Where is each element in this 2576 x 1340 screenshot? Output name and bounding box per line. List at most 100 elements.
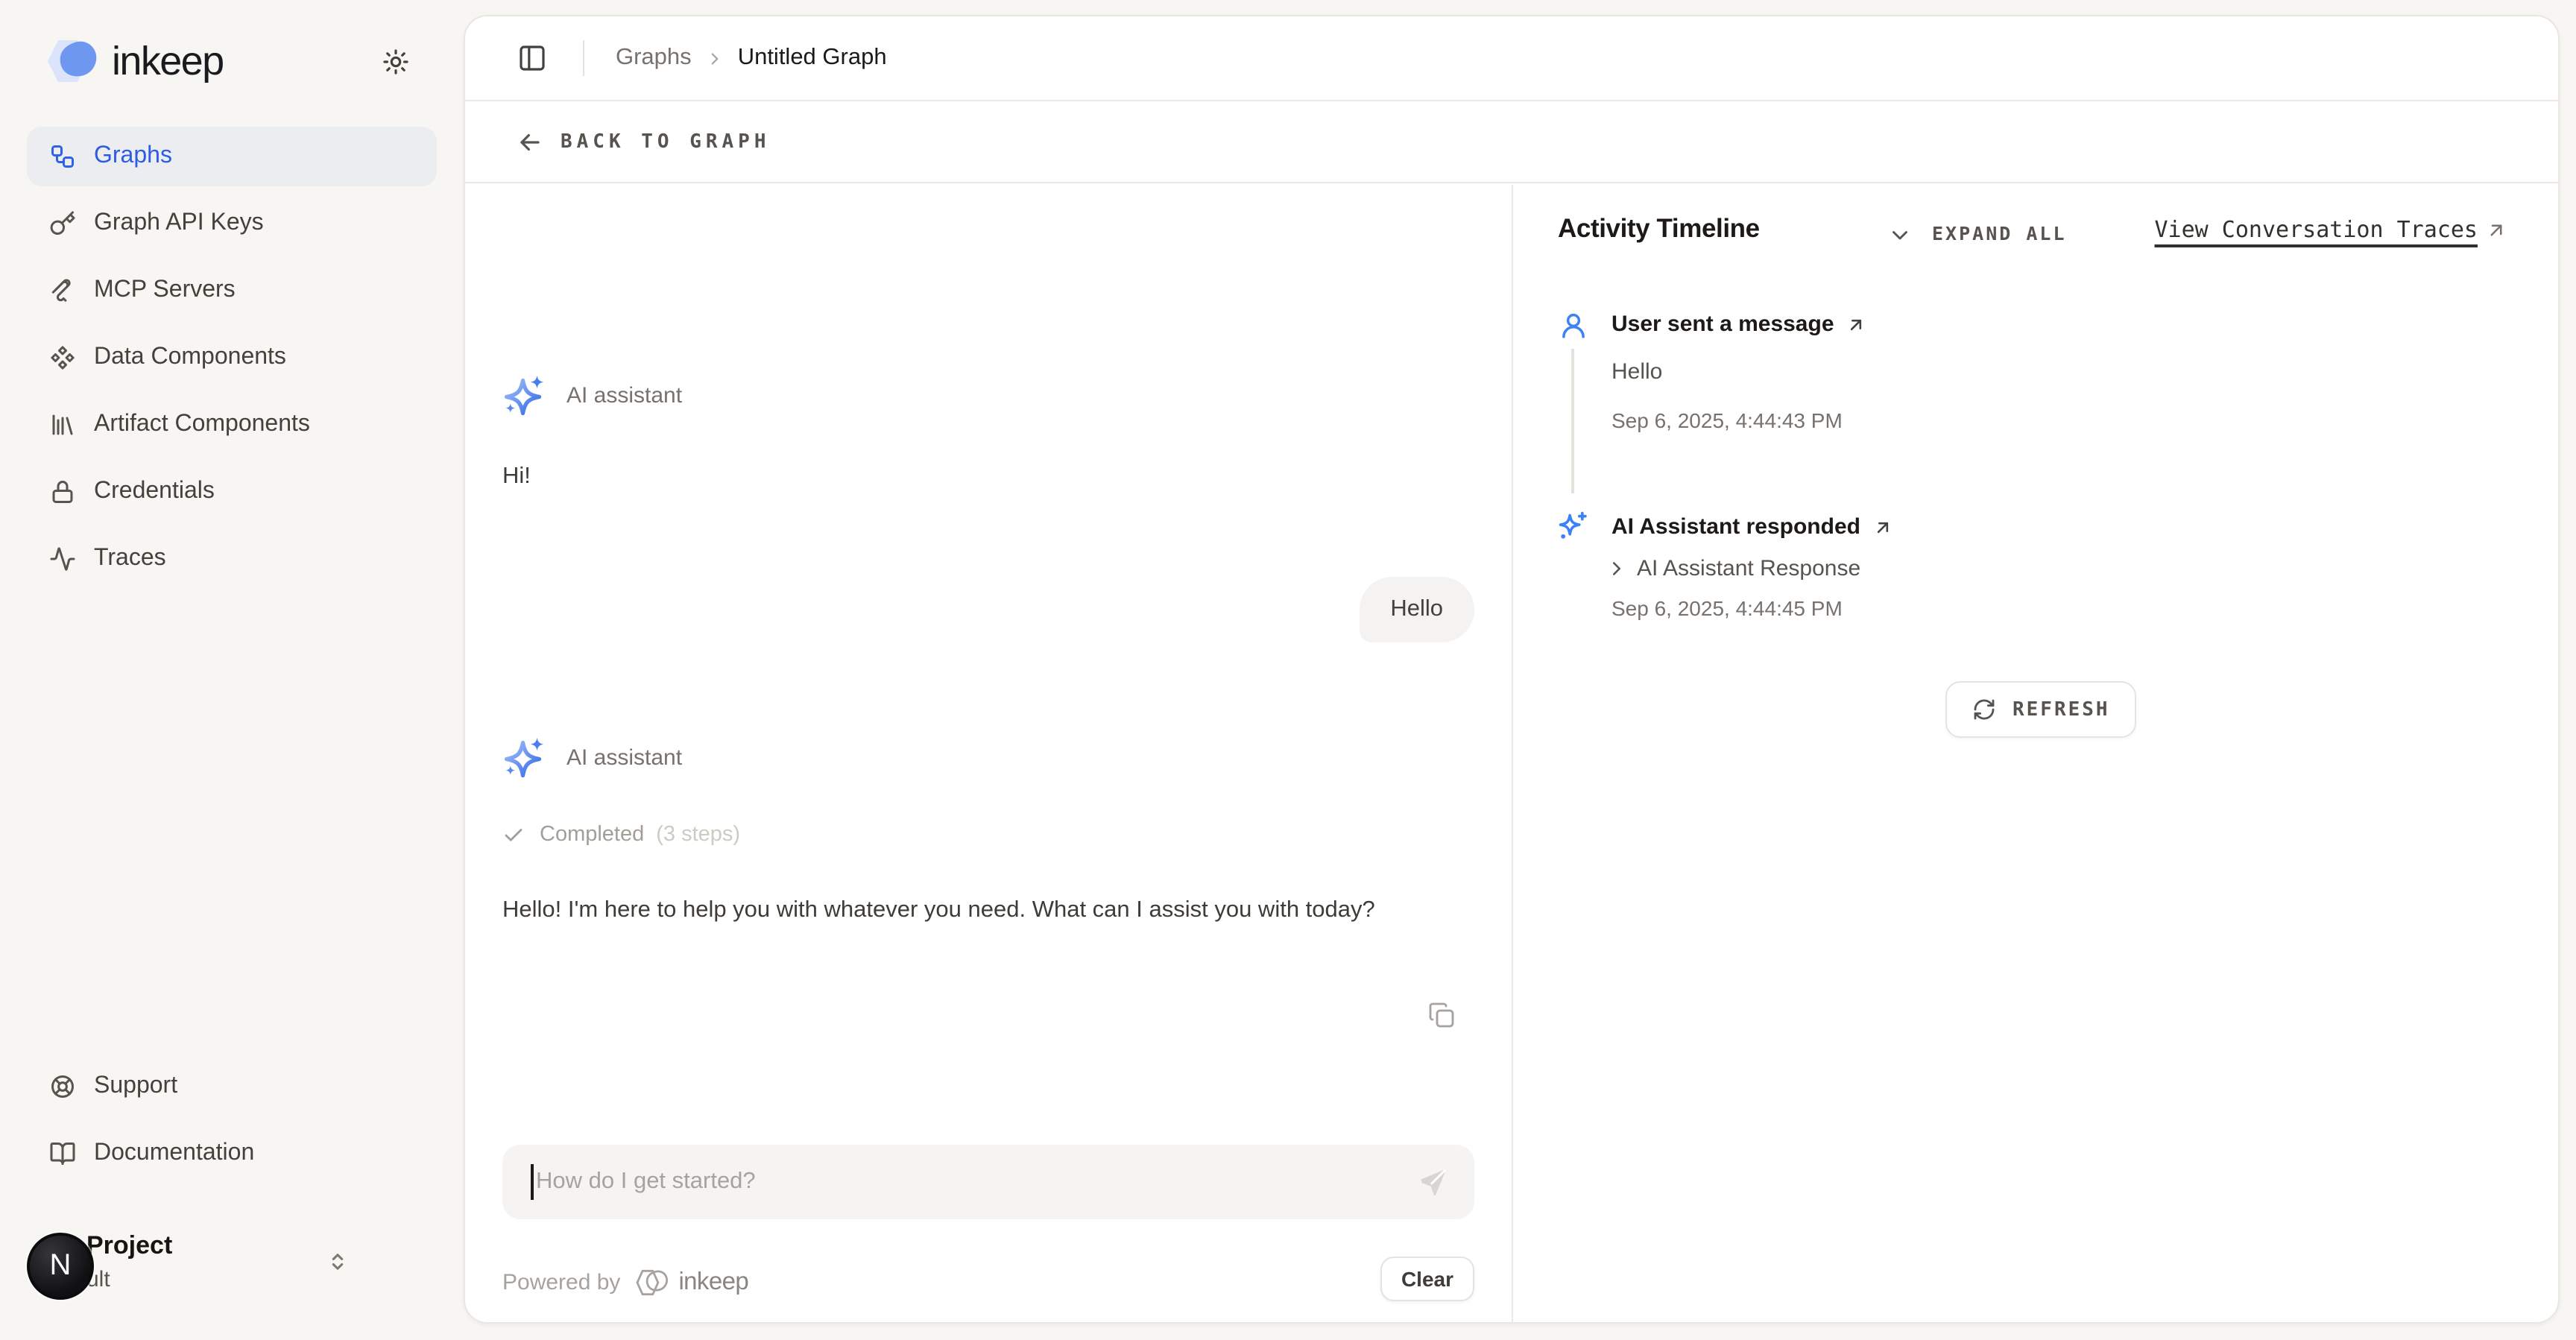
sidebar-item-label: Documentation	[94, 1140, 254, 1167]
sparkles-icon	[1556, 510, 1589, 543]
refresh-icon	[1972, 698, 1996, 721]
chat-playground: AI assistant Hi! Hello	[465, 185, 1513, 1322]
back-to-graph-label: BACK TO GRAPH	[561, 131, 771, 154]
avatar-letter: N	[50, 1249, 72, 1283]
component-icon	[49, 344, 76, 371]
sidebar-item-graphs[interactable]: Graphs	[27, 127, 437, 186]
assistant-label: AI assistant	[566, 382, 682, 408]
life-buoy-icon	[49, 1073, 76, 1100]
sidebar-item-label: Data Components	[94, 344, 286, 371]
timeline-event-body: Hello	[1611, 359, 1662, 385]
chat-input[interactable]	[536, 1169, 1416, 1195]
chevron-down-icon[interactable]	[1887, 222, 1913, 247]
text-caret	[531, 1164, 533, 1200]
arrow-up-right-icon	[2485, 218, 2507, 241]
inkeep-logo-icon	[42, 36, 101, 86]
breadcrumb-current-page: Untitled Graph	[738, 45, 887, 72]
sidebar-item-traces[interactable]: Traces	[27, 529, 437, 589]
sidebar-item-label: Artifact Components	[94, 411, 310, 438]
clear-button[interactable]: Clear	[1380, 1257, 1474, 1301]
sidebar-item-support[interactable]: Support	[27, 1057, 437, 1116]
app: inkeep Graphs	[0, 0, 2576, 1340]
view-traces-label: View Conversation Traces	[2155, 216, 2478, 243]
sidebar-item-label: Credentials	[94, 478, 215, 505]
sidebar-toggle-button[interactable]	[514, 40, 550, 76]
header-divider	[583, 40, 584, 76]
arrow-up-right-icon	[1872, 516, 1893, 537]
mcp-icon	[49, 277, 76, 304]
copy-icon	[1428, 1002, 1455, 1028]
status-steps: (3 steps)	[656, 823, 740, 847]
assistant-message: Hi!	[502, 458, 531, 496]
assistant-message: Hello! I'm here to help you with whateve…	[502, 891, 1415, 930]
avatar: N	[27, 1233, 94, 1300]
brand-wordmark: inkeep	[112, 38, 224, 84]
activity-icon	[49, 546, 76, 572]
project-name: Project	[86, 1228, 172, 1264]
sidebar-item-label: Support	[94, 1073, 177, 1100]
chevron-right-icon	[705, 48, 724, 68]
send-icon[interactable]	[1416, 1166, 1449, 1198]
assistant-response-expander[interactable]: AI Assistant Response	[1606, 556, 1860, 581]
copy-button[interactable]	[1425, 999, 1458, 1031]
sidebar-nav: Graphs Graph API Keys MC	[27, 127, 437, 596]
chevrons-up-down-icon	[325, 1249, 350, 1274]
back-to-graph-button[interactable]: BACK TO GRAPH	[465, 103, 2558, 183]
sidebar-item-graph-api-keys[interactable]: Graph API Keys	[27, 194, 437, 253]
check-icon	[502, 824, 525, 846]
lock-icon	[49, 478, 76, 505]
breadcrumb-graphs[interactable]: Graphs	[616, 45, 692, 72]
sidebar-item-artifact-components[interactable]: Artifact Components	[27, 395, 437, 455]
project-switcher[interactable]: N Project ult	[27, 1225, 444, 1309]
user-message-bubble: Hello	[1359, 577, 1474, 642]
assistant-label: AI assistant	[566, 745, 682, 770]
powered-by[interactable]: Powered by inkeep	[502, 1267, 748, 1298]
completion-status[interactable]: Completed (3 steps)	[502, 823, 740, 847]
breadcrumb: Graphs Untitled Graph	[616, 45, 887, 72]
arrow-left-icon	[516, 128, 544, 157]
event-title-text: AI Assistant responded	[1611, 514, 1860, 540]
expander-label: AI Assistant Response	[1637, 556, 1860, 581]
brand-logo[interactable]: inkeep	[42, 36, 224, 86]
sidebar-item-data-components[interactable]: Data Components	[27, 328, 437, 388]
book-open-icon	[49, 1140, 76, 1167]
sparkles-avatar-icon	[502, 373, 547, 417]
key-icon	[49, 210, 76, 237]
theme-toggle-button[interactable]	[376, 42, 414, 80]
project-texts: Project ult	[86, 1228, 172, 1297]
user-icon	[1558, 310, 1589, 341]
refresh-button-label: REFRESH	[2012, 698, 2110, 721]
status-label: Completed	[540, 823, 644, 847]
powered-by-prefix: Powered by	[502, 1270, 620, 1295]
view-conversation-traces-link[interactable]: View Conversation Traces	[2155, 216, 2508, 243]
sidebar-item-label: Graphs	[94, 143, 172, 170]
expand-all-button[interactable]: EXPAND ALL	[1932, 222, 2067, 244]
timeline-event-title[interactable]: User sent a message	[1611, 312, 1867, 337]
sidebar: inkeep Graphs	[0, 0, 464, 1340]
sidebar-item-mcp-servers[interactable]: MCP Servers	[27, 261, 437, 320]
timeline-event-timestamp: Sep 6, 2025, 4:44:45 PM	[1611, 596, 1843, 620]
sun-icon	[381, 47, 409, 75]
timeline-connector	[1571, 349, 1573, 493]
sidebar-item-label: Graph API Keys	[94, 210, 264, 237]
arrow-up-right-icon	[1846, 314, 1867, 335]
assistant-message-header: AI assistant	[502, 735, 682, 780]
sidebar-item-credentials[interactable]: Credentials	[27, 462, 437, 522]
event-title-text: User sent a message	[1611, 312, 1834, 337]
sidebar-footer-nav: Support Documentation	[27, 1057, 437, 1191]
timeline-event-title[interactable]: AI Assistant responded	[1611, 514, 1893, 540]
activity-timeline-panel: Activity Timeline EXPAND ALL View Conver…	[1513, 185, 2558, 1322]
powered-by-brand: inkeep	[678, 1268, 748, 1297]
panel-title: Activity Timeline	[1558, 213, 1760, 244]
chevron-right-icon	[1606, 557, 1628, 580]
clear-button-label: Clear	[1401, 1267, 1453, 1291]
sidebar-item-label: MCP Servers	[94, 277, 236, 304]
sidebar-item-documentation[interactable]: Documentation	[27, 1124, 437, 1183]
project-subtitle: ult	[86, 1264, 172, 1297]
main-card: Graphs Untitled Graph BACK TO GRAPH	[464, 15, 2560, 1324]
card-header: Graphs Untitled Graph	[465, 16, 2558, 101]
refresh-button[interactable]: REFRESH	[1945, 681, 2137, 738]
workflow-icon	[49, 143, 76, 170]
timeline-event-timestamp: Sep 6, 2025, 4:44:43 PM	[1611, 408, 1843, 432]
chat-input-container	[502, 1145, 1474, 1219]
